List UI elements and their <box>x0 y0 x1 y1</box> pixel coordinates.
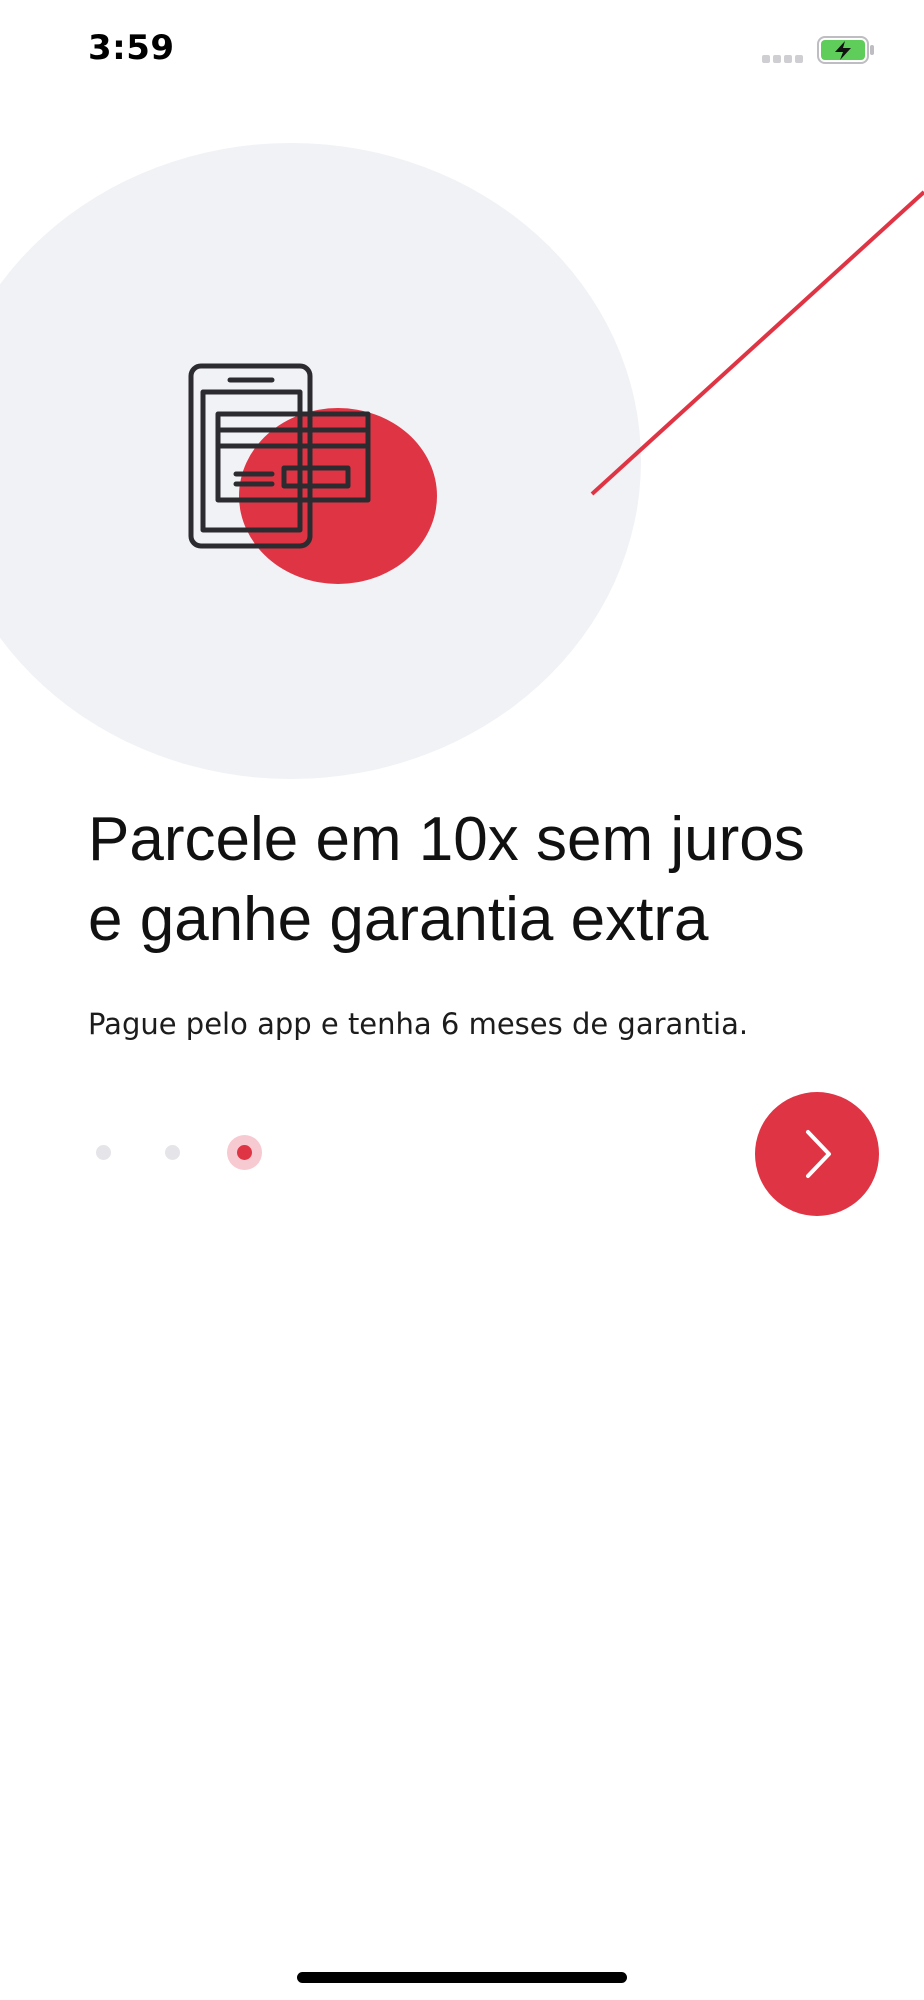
onboarding-headline: Parcele em 10x sem juros e ganhe garanti… <box>88 805 805 954</box>
page-dot-2[interactable] <box>165 1145 180 1160</box>
page-dot-1[interactable] <box>96 1145 111 1160</box>
next-button[interactable] <box>755 1092 879 1216</box>
chevron-right-icon <box>806 1130 831 1178</box>
home-indicator[interactable] <box>297 1972 627 1983</box>
onboarding-subtitle: Pague pelo app e tenha 6 meses de garant… <box>88 1007 749 1041</box>
decorative-diagonal-line <box>590 190 924 496</box>
page-indicator <box>88 1130 288 1174</box>
page-dot-3-active[interactable] <box>227 1135 262 1170</box>
hero-illustration <box>0 143 924 779</box>
